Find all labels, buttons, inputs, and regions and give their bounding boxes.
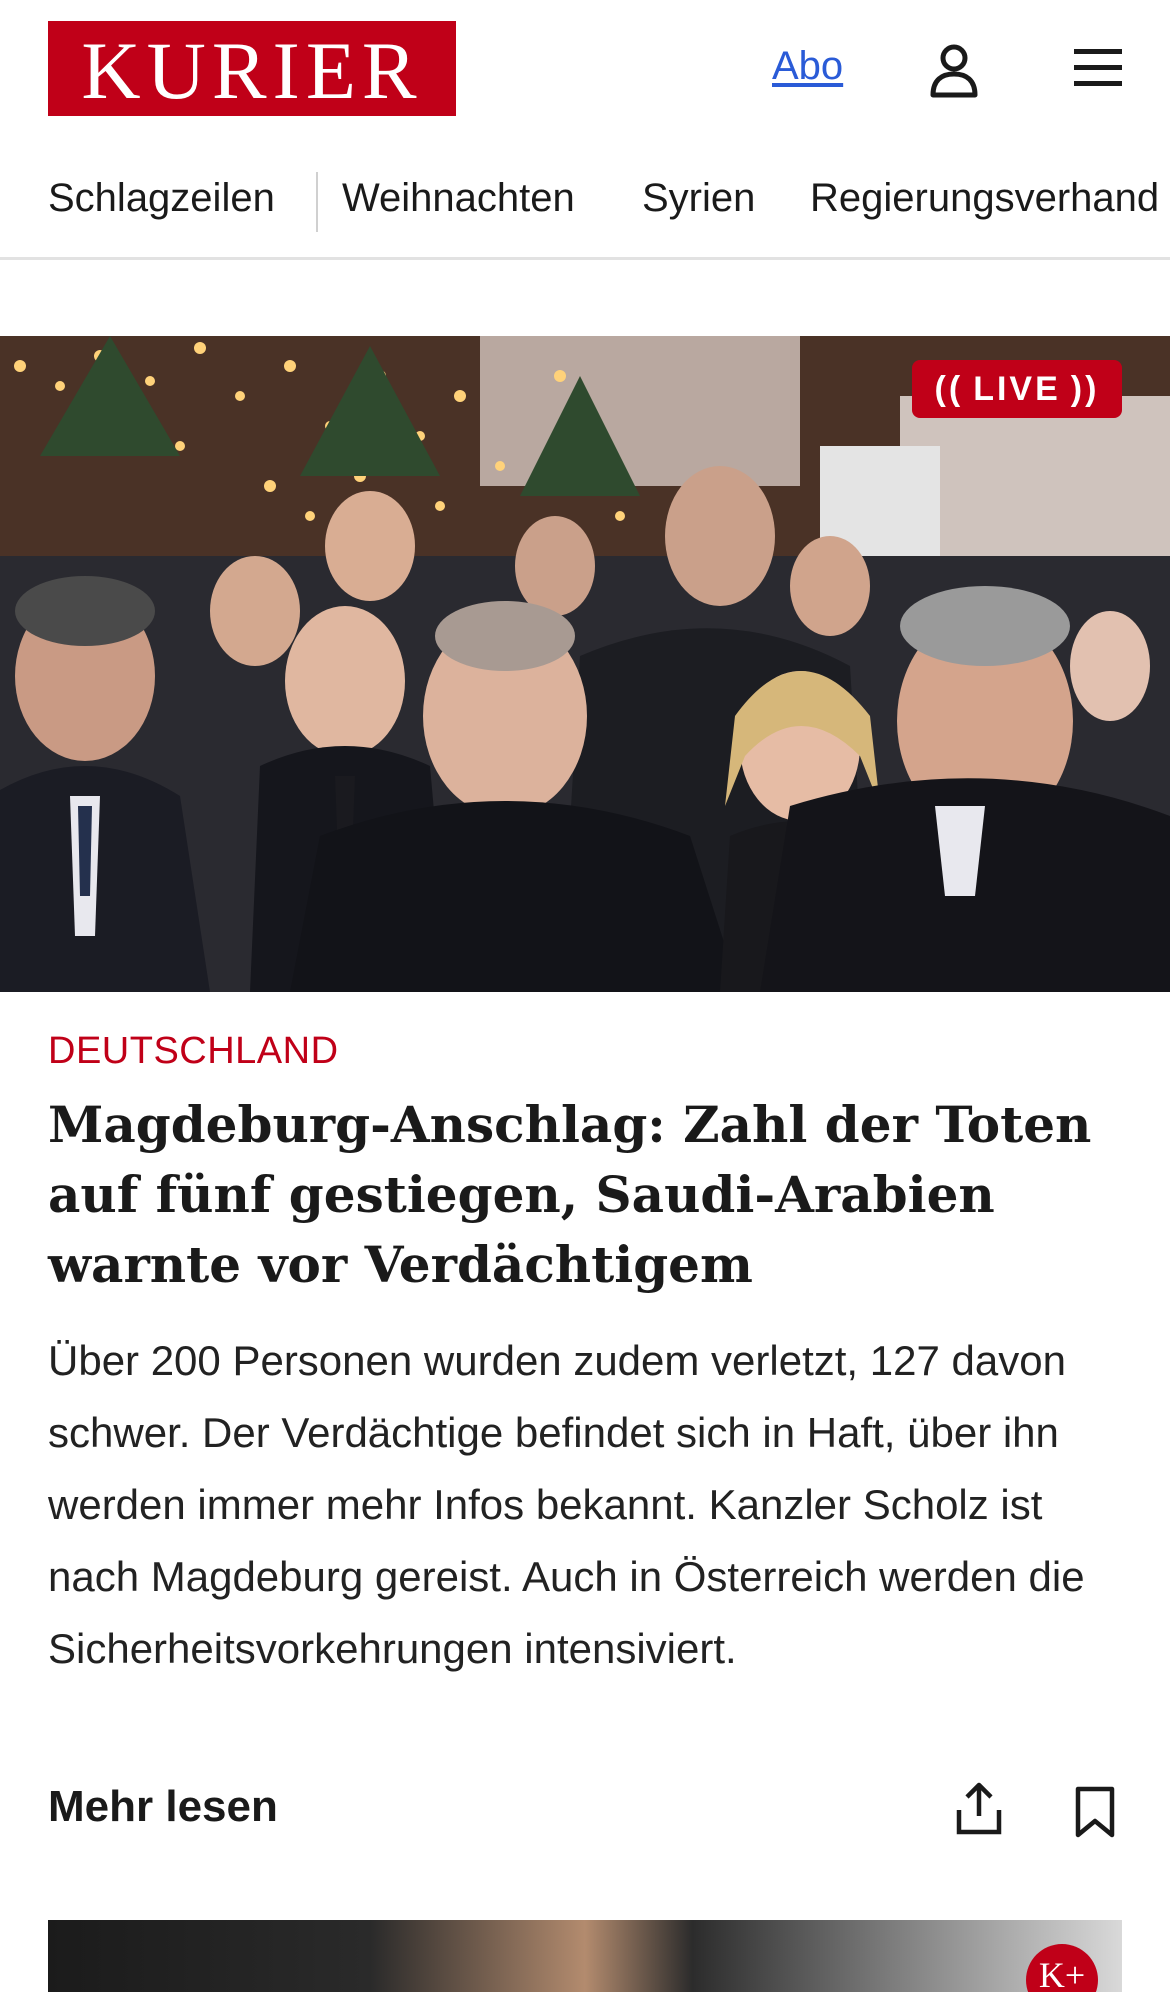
topic-nav: Schlagzeilen Weihnachten Syrien Regierun… — [0, 140, 1170, 260]
hamburger-menu-icon[interactable] — [1072, 46, 1124, 90]
kurier-logo[interactable]: KURIER — [48, 21, 456, 116]
hero-photo[interactable] — [0, 336, 1170, 992]
logo-text: KURIER — [81, 24, 423, 116]
header: KURIER Abo — [0, 0, 1170, 140]
abo-link[interactable]: Abo — [772, 44, 843, 89]
live-waves-right-icon: )) — [1070, 369, 1100, 408]
nav-item-schlagzeilen[interactable]: Schlagzeilen — [48, 176, 275, 221]
share-icon[interactable] — [954, 1780, 1004, 1836]
live-waves-left-icon: (( — [934, 369, 964, 408]
user-icon[interactable] — [928, 42, 980, 98]
read-more-link[interactable]: Mehr lesen — [48, 1782, 278, 1832]
bookmark-icon[interactable] — [1074, 1786, 1116, 1838]
nav-item-syrien[interactable]: Syrien — [642, 176, 755, 221]
article-teaser: Über 200 Personen wurden zudem verletzt,… — [48, 1337, 1085, 1672]
article-headline[interactable]: Magdeburg-Anschlag: Zahl der Toten auf f… — [48, 1090, 1128, 1300]
section-label[interactable]: DEUTSCHLAND — [48, 1030, 339, 1073]
nav-divider — [316, 172, 318, 232]
nav-item-weihnachten[interactable]: Weihnachten — [342, 176, 575, 221]
live-badge: (( LIVE )) — [912, 360, 1122, 418]
next-article-image[interactable] — [48, 1920, 1122, 1992]
live-label: LIVE — [973, 369, 1061, 408]
hero-photo-illustration — [0, 336, 1170, 992]
nav-item-regierungsverhandlungen[interactable]: Regierungsverhand — [810, 176, 1159, 221]
